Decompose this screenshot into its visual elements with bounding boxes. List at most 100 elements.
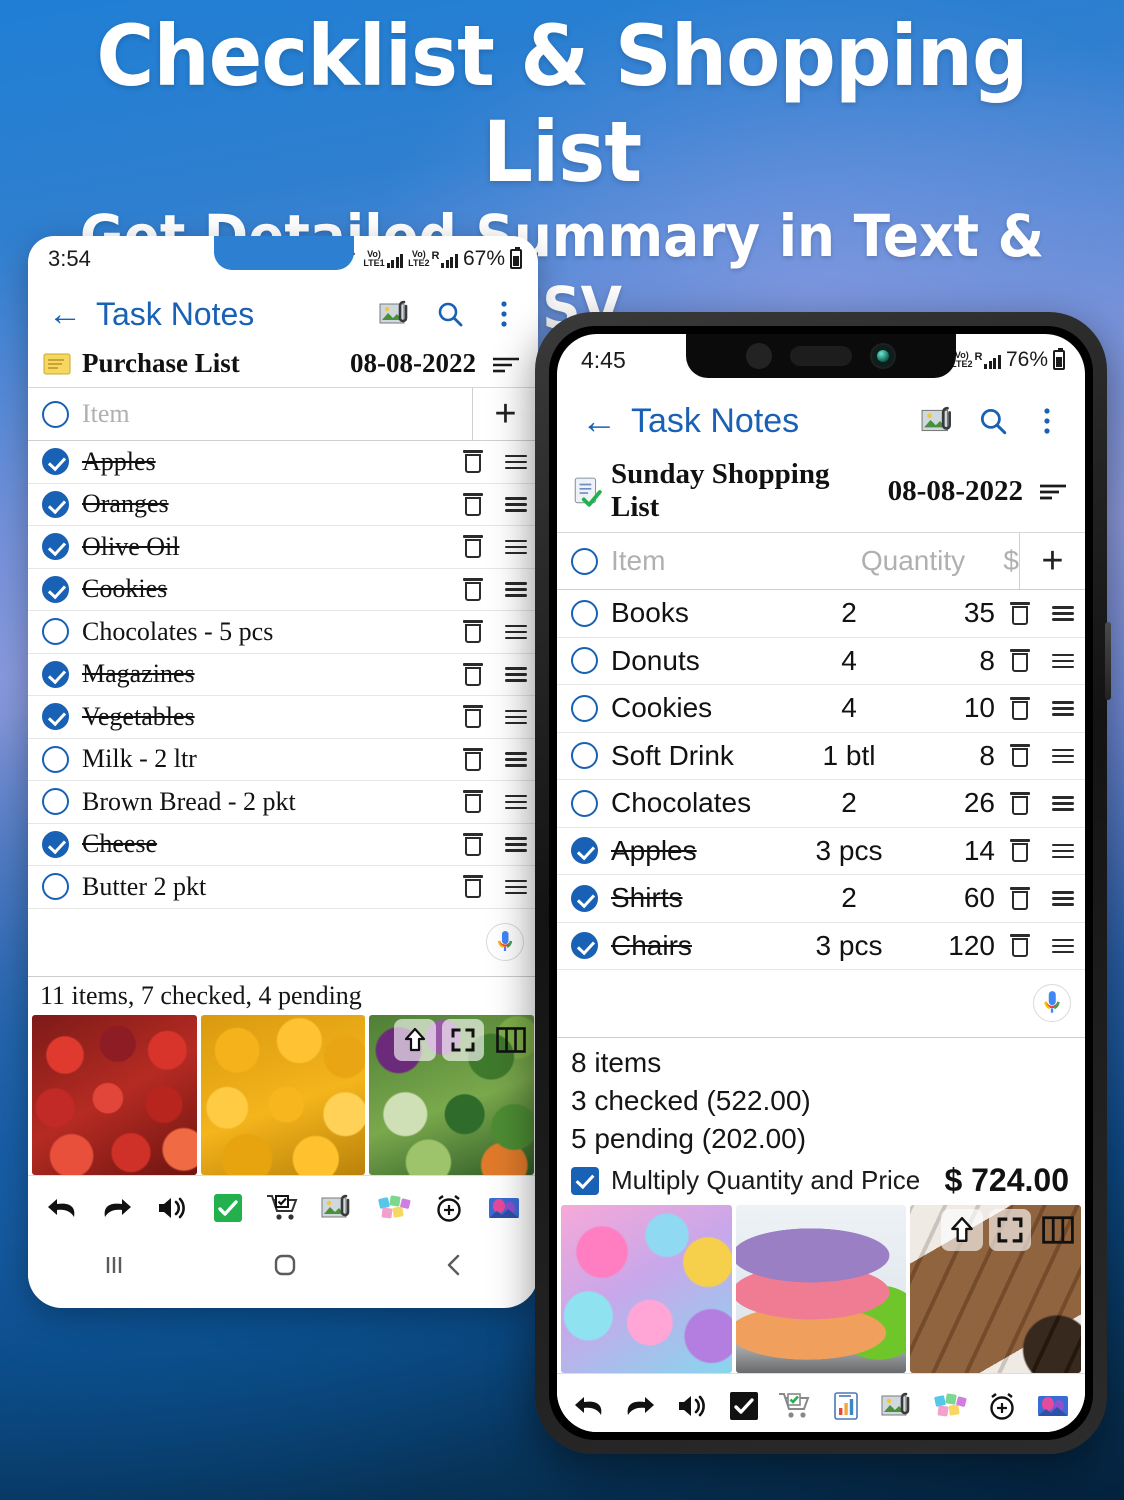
balloon-image-icon[interactable] [1027, 1382, 1079, 1430]
add-item-button[interactable]: + [472, 388, 538, 440]
sticky-notes-icon[interactable] [366, 1184, 421, 1232]
item-checkbox[interactable] [557, 884, 611, 912]
delete-icon[interactable] [1010, 934, 1030, 958]
delete-icon[interactable] [1010, 791, 1030, 815]
list-item[interactable]: Donuts 4 8 [557, 638, 1085, 685]
drag-handle-icon[interactable] [505, 664, 527, 686]
list-item[interactable]: Chocolates 2 26 [557, 780, 1085, 828]
columns-view-icon[interactable] [1037, 1209, 1079, 1251]
list-item[interactable]: Books 2 35 [557, 590, 1085, 638]
delete-icon[interactable] [1010, 886, 1030, 910]
search-icon[interactable] [430, 299, 470, 329]
quantity-input-placeholder[interactable]: Quantity [853, 533, 973, 589]
drag-handle-icon[interactable] [1052, 793, 1074, 815]
drag-handle-icon[interactable] [1052, 840, 1074, 862]
image-attachment-icon[interactable] [376, 299, 416, 329]
list-item[interactable]: Cookies [28, 569, 538, 611]
list-item[interactable]: Cookies 4 10 [557, 685, 1085, 733]
delete-icon[interactable] [463, 620, 483, 644]
recents-icon[interactable] [101, 1254, 127, 1281]
upload-arrow-icon[interactable] [394, 1018, 436, 1061]
drag-handle-icon[interactable] [505, 579, 527, 601]
columns-view-icon[interactable] [490, 1019, 532, 1061]
delete-icon[interactable] [1010, 696, 1030, 720]
image-attachment-icon[interactable] [311, 1184, 366, 1232]
delete-icon[interactable] [463, 790, 483, 814]
shopping-cart-icon[interactable] [769, 1382, 821, 1430]
attached-image[interactable] [200, 1014, 366, 1175]
image-attachment-icon[interactable] [919, 405, 959, 437]
drag-handle-icon[interactable] [505, 621, 527, 643]
green-check-icon[interactable] [200, 1184, 255, 1232]
multiply-quantity-row[interactable]: Multiply Quantity and Price $ 724.00 [557, 1160, 1085, 1205]
list-item[interactable]: Soft Drink 1 btl 8 [557, 733, 1085, 780]
item-checkbox[interactable] [28, 575, 82, 603]
list-item[interactable]: Shirts 2 60 [557, 875, 1085, 923]
fullscreen-icon[interactable] [989, 1209, 1031, 1251]
speaker-icon[interactable] [666, 1382, 718, 1430]
alarm-clock-icon[interactable] [421, 1184, 476, 1232]
multiply-checkbox[interactable] [571, 1166, 599, 1195]
list-item[interactable]: Chocolates - 5 pcs [28, 611, 538, 654]
drag-handle-icon[interactable] [1052, 935, 1074, 957]
item-checkbox[interactable] [28, 618, 82, 646]
list-item[interactable]: Oranges [28, 484, 538, 526]
item-checkbox[interactable] [557, 932, 611, 960]
report-chart-icon[interactable] [821, 1382, 873, 1430]
drag-handle-icon[interactable] [1052, 745, 1074, 767]
item-checkbox[interactable] [557, 742, 611, 770]
delete-icon[interactable] [463, 705, 483, 729]
list-item[interactable]: Vegetables [28, 696, 538, 739]
drag-handle-icon[interactable] [505, 791, 527, 813]
redo-icon[interactable] [615, 1382, 667, 1430]
item-checkbox[interactable] [28, 873, 82, 901]
delete-icon[interactable] [1010, 601, 1030, 625]
search-icon[interactable] [973, 405, 1013, 437]
delete-icon[interactable] [463, 577, 483, 601]
balloon-image-icon[interactable] [477, 1184, 532, 1232]
drag-handle-icon[interactable] [505, 876, 527, 898]
drag-handle-icon[interactable] [1052, 650, 1074, 672]
drag-handle-icon[interactable] [1052, 698, 1074, 720]
item-checkbox[interactable] [557, 599, 611, 627]
delete-icon[interactable] [1010, 839, 1030, 863]
delete-icon[interactable] [1010, 744, 1030, 768]
delete-icon[interactable] [463, 747, 483, 771]
speaker-icon[interactable] [145, 1184, 200, 1232]
delete-icon[interactable] [463, 450, 483, 474]
list-item[interactable]: Apples [28, 441, 538, 484]
list-item[interactable]: Milk - 2 ltr [28, 739, 538, 781]
redo-icon[interactable] [89, 1184, 144, 1232]
upload-arrow-icon[interactable] [941, 1209, 983, 1251]
home-icon[interactable] [272, 1253, 298, 1282]
delete-icon[interactable] [463, 492, 483, 516]
list-item[interactable]: Butter 2 pkt [28, 866, 538, 909]
alarm-clock-icon[interactable] [976, 1382, 1028, 1430]
list-item[interactable]: Cheese [28, 824, 538, 866]
item-checkbox[interactable] [557, 837, 611, 865]
empty-circle-icon[interactable] [28, 388, 82, 440]
back-arrow-icon[interactable]: ← [581, 403, 617, 439]
empty-circle-icon[interactable] [557, 533, 611, 589]
list-item[interactable]: Olive Oil [28, 526, 538, 569]
undo-icon[interactable] [563, 1382, 615, 1430]
drag-handle-icon[interactable] [505, 536, 527, 558]
drag-handle-icon[interactable] [505, 749, 527, 771]
item-checkbox[interactable] [557, 647, 611, 675]
drag-handle-icon[interactable] [505, 834, 527, 856]
attached-image[interactable] [735, 1205, 907, 1373]
item-checkbox[interactable] [557, 789, 611, 817]
item-checkbox[interactable] [28, 788, 82, 816]
delete-icon[interactable] [463, 662, 483, 686]
sort-icon[interactable] [1033, 481, 1073, 501]
item-checkbox[interactable] [28, 830, 82, 858]
item-checkbox[interactable] [28, 745, 82, 773]
item-checkbox[interactable] [557, 694, 611, 722]
add-item-button[interactable]: + [1019, 533, 1085, 589]
google-microphone-icon[interactable] [1033, 984, 1071, 1022]
sticky-notes-icon[interactable] [924, 1382, 976, 1430]
black-check-icon[interactable] [718, 1382, 770, 1430]
right-new-item-row[interactable]: Item Quantity $ + [557, 532, 1085, 590]
delete-icon[interactable] [463, 535, 483, 559]
item-checkbox[interactable] [28, 448, 82, 476]
